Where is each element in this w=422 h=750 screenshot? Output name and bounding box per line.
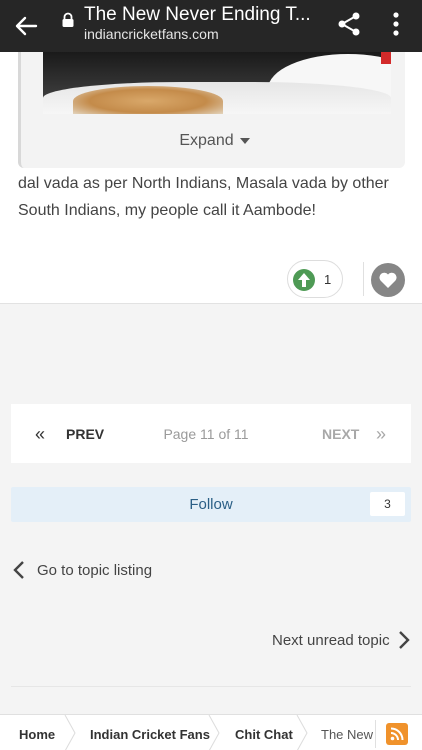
post-body-text: dal vada as per North Indians, Masala va… xyxy=(18,175,389,219)
page-url[interactable]: indiancricketfans.com xyxy=(84,26,219,42)
lock-icon xyxy=(62,12,74,27)
next-unread-topic-link[interactable]: Next unread topic xyxy=(270,628,420,652)
rss-button[interactable] xyxy=(375,720,417,748)
chevron-right-icon xyxy=(399,631,410,649)
expand-label: Expand xyxy=(179,132,234,149)
divider xyxy=(11,686,411,687)
pagination: « PREV Page 11 of 11 NEXT » xyxy=(11,404,411,463)
embedded-quote: Expand xyxy=(18,52,405,168)
follow-label: Follow xyxy=(189,496,233,513)
reaction-button[interactable]: 1 xyxy=(287,260,343,298)
more-vert-icon[interactable] xyxy=(386,10,406,38)
browser-toolbar: The New Never Ending T... indiancricketf… xyxy=(0,0,422,52)
breadcrumb: Home Indian Cricket Fans Chit Chat The N… xyxy=(0,714,422,750)
reaction-count: 1 xyxy=(324,272,332,287)
page-title[interactable]: The New Never Ending T... xyxy=(84,4,324,26)
double-chevron-right-icon: » xyxy=(376,424,387,444)
expand-button[interactable]: Expand xyxy=(21,132,408,150)
caret-down-icon xyxy=(239,137,250,144)
next-unread-topic-label: Next unread topic xyxy=(272,632,390,649)
breadcrumb-separator-icon xyxy=(64,715,76,750)
chevron-left-icon xyxy=(13,561,24,579)
breadcrumb-separator-icon xyxy=(296,715,308,750)
reaction-divider xyxy=(363,262,364,296)
follow-button[interactable]: Follow 3 xyxy=(11,487,411,522)
rss-icon xyxy=(386,723,408,745)
heart-icon[interactable] xyxy=(371,263,405,297)
breadcrumb-indian-cricket-fans[interactable]: Indian Cricket Fans xyxy=(90,727,210,742)
follower-count-badge: 3 xyxy=(370,492,405,516)
breadcrumb-separator-icon xyxy=(208,715,220,750)
breadcrumb-current-topic[interactable]: The New xyxy=(321,727,373,742)
food-image[interactable] xyxy=(43,52,391,114)
go-to-topic-listing-label: Go to topic listing xyxy=(37,562,153,579)
share-icon[interactable] xyxy=(335,10,363,38)
upvote-icon xyxy=(293,269,315,291)
post-card: Expand dal vada as per North Indians, Ma… xyxy=(0,52,422,304)
back-arrow-icon[interactable] xyxy=(10,10,42,42)
breadcrumb-home[interactable]: Home xyxy=(19,727,55,742)
next-page-button: NEXT xyxy=(322,426,360,442)
breadcrumb-chit-chat[interactable]: Chit Chat xyxy=(235,727,293,742)
